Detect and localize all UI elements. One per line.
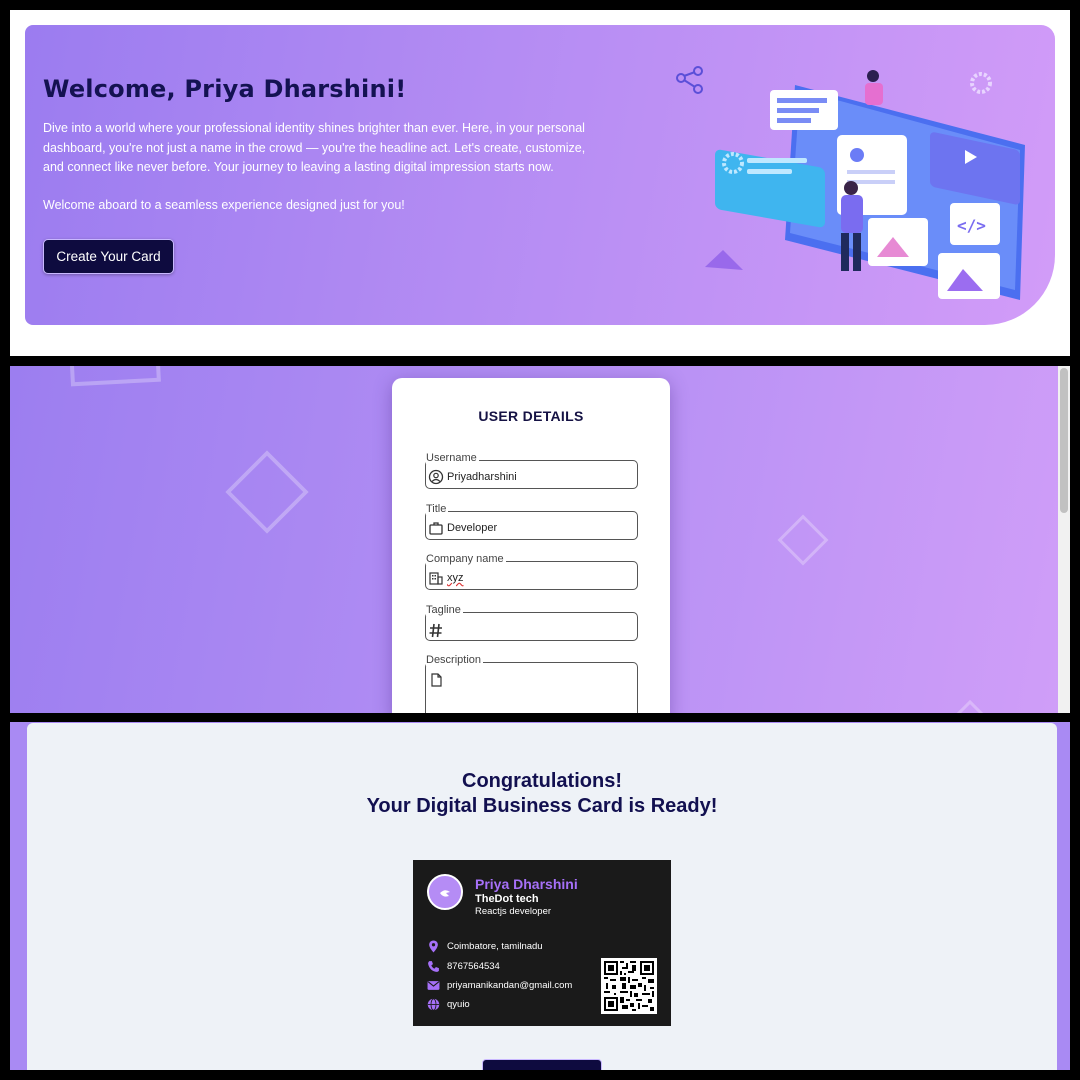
decor-square	[69, 366, 161, 387]
scrollbar-thumb[interactable]	[1060, 368, 1068, 513]
company-field[interactable]: Company name xyz	[425, 553, 638, 590]
logo-icon	[440, 890, 450, 897]
building-icon	[429, 572, 443, 585]
title-input[interactable]: Developer	[447, 522, 497, 534]
decor-square	[777, 514, 829, 566]
welcome-panel: Welcome, Priya Dharshini! Dive into a wo…	[10, 10, 1070, 356]
title-label: Title	[426, 503, 449, 515]
card-website: qyuio	[447, 998, 470, 1010]
scrollbar[interactable]	[1058, 366, 1070, 713]
business-card: Priya Dharshini TheDot tech Reactjs deve…	[413, 860, 671, 1026]
username-label: Username	[426, 452, 479, 464]
qr-code	[601, 958, 657, 1014]
decor-square	[955, 699, 985, 713]
congrats-line1: Congratulations!	[462, 770, 622, 792]
tagline-label: Tagline	[426, 604, 463, 616]
gear-icon	[970, 72, 992, 94]
title-field[interactable]: Title Developer	[425, 503, 638, 540]
description-field[interactable]: Description	[425, 654, 638, 713]
phone-icon	[428, 960, 439, 972]
globe-icon	[427, 997, 440, 1011]
svg-text:</>: </>	[957, 216, 986, 235]
user-details-form: USER DETAILS Username Priyadharshini Tit…	[392, 378, 670, 713]
welcome-title: Welcome, Priya Dharshini!	[43, 75, 407, 103]
username-input[interactable]: Priyadharshini	[447, 471, 517, 483]
card-location: Coimbatore, tamilnadu	[447, 940, 543, 952]
card-email: priyamanikandan@gmail.com	[447, 979, 573, 991]
user-circle-icon	[428, 469, 444, 485]
decor-square	[225, 450, 309, 534]
card-website-row: qyuio	[427, 997, 470, 1011]
email-icon	[427, 980, 440, 990]
hash-icon	[429, 623, 442, 638]
card-phone: 8767564534	[447, 960, 500, 972]
user-details-panel: USER DETAILS Username Priyadharshini Tit…	[10, 366, 1070, 713]
congrats-heading: Congratulations! Your Digital Business C…	[27, 769, 1057, 819]
company-label: Company name	[426, 553, 506, 565]
card-company: TheDot tech	[475, 893, 539, 905]
welcome-paragraph: Dive into a world where your professiona…	[43, 121, 586, 174]
screenshot-frame: Welcome, Priya Dharshini! Dive into a wo…	[0, 0, 1080, 1080]
congrats-line2: Your Digital Business Card is Ready!	[366, 795, 718, 817]
card-role: Reactjs developer	[475, 906, 552, 917]
welcome-hero-banner: Welcome, Priya Dharshini! Dive into a wo…	[25, 25, 1055, 325]
welcome-subtext: Welcome aboard to a seamless experience …	[43, 198, 405, 212]
document-icon	[431, 673, 442, 687]
download-button[interactable]	[482, 1059, 602, 1070]
card-location-row: Coimbatore, tamilnadu	[427, 939, 543, 953]
username-field[interactable]: Username Priyadharshini	[425, 452, 638, 489]
card-email-row: priyamanikandan@gmail.com	[427, 978, 572, 992]
card-ready-panel: Congratulations! Your Digital Business C…	[10, 722, 1070, 1070]
card-phone-row: 8767564534	[427, 959, 500, 973]
create-card-button[interactable]: Create Your Card	[43, 239, 174, 274]
description-label: Description	[426, 654, 484, 666]
card-result-container: Congratulations! Your Digital Business C…	[27, 723, 1057, 1070]
form-title: USER DETAILS	[478, 408, 584, 424]
briefcase-icon	[429, 522, 443, 535]
card-name: Priya Dharshini	[475, 876, 578, 892]
dashboard-illustration: </>	[676, 66, 1025, 300]
location-pin-icon	[429, 940, 438, 952]
share-icon	[676, 66, 703, 94]
tagline-field[interactable]: Tagline	[425, 604, 638, 641]
company-input[interactable]: xyz	[447, 572, 464, 584]
avatar	[427, 874, 463, 910]
